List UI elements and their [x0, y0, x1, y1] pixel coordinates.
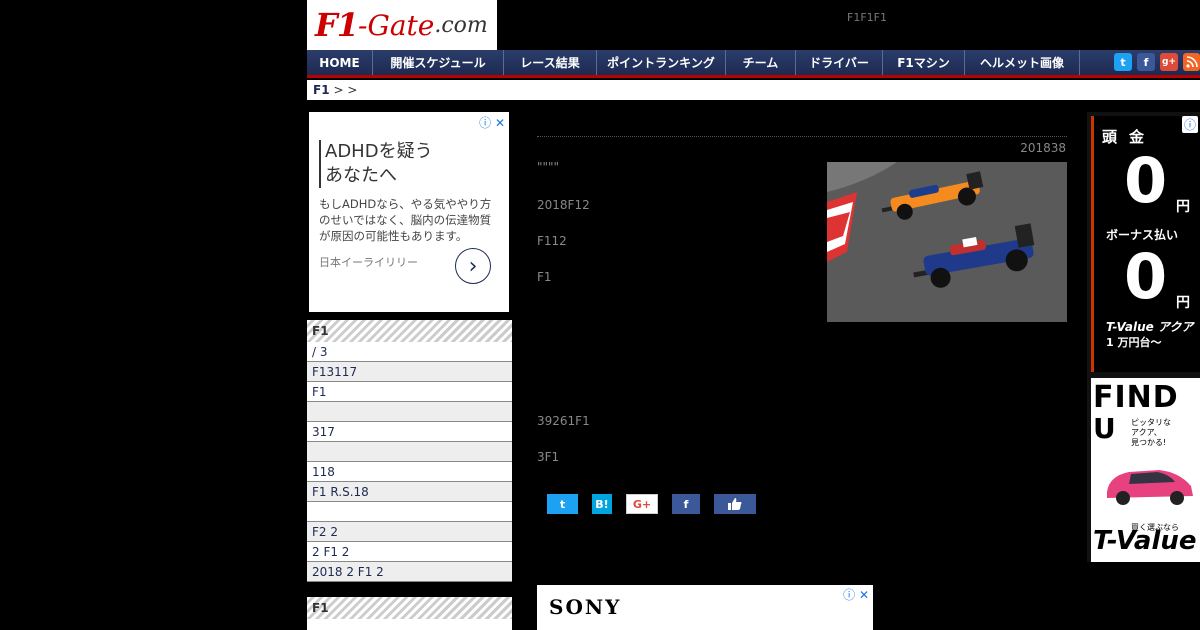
- ad-right-panel-1: ⓘ 頭金 0 円 ボーナス払い 0 円 T-Value アクア 1 万円台〜: [1091, 116, 1200, 372]
- list-item[interactable]: 317: [307, 422, 512, 442]
- article-paragraph: F112: [537, 234, 567, 248]
- ad-right-text-4: 1 万円台〜: [1106, 336, 1162, 349]
- ad-right-u: U: [1093, 412, 1116, 445]
- list-item[interactable]: F1 R.S.18: [307, 482, 512, 502]
- list-item[interactable]: 2018 2 F1 2: [307, 562, 512, 582]
- ad-right[interactable]: ⓘ 頭金 0 円 ボーナス払い 0 円 T-Value アクア 1 万円台〜 F…: [1087, 112, 1200, 562]
- google-plus-icon[interactable]: g+: [1160, 53, 1178, 71]
- ad-left-arrow-icon[interactable]: ›: [455, 248, 491, 284]
- article-photo: [827, 162, 1067, 322]
- rss-icon[interactable]: [1183, 53, 1200, 71]
- article-paragraph: 2018F12: [537, 198, 590, 212]
- list-item[interactable]: [307, 402, 512, 422]
- article-divider: [537, 136, 1067, 137]
- ad-right-find: FIND: [1093, 380, 1179, 415]
- nav-teams[interactable]: チーム: [726, 50, 796, 75]
- list-item[interactable]: F13117: [307, 362, 512, 382]
- ad-right-side-text: ピッタリな アクア、 見つかる!: [1131, 418, 1171, 447]
- ad-left-headline-1: ADHDを疑う: [325, 141, 433, 162]
- ad-left[interactable]: ⓘ ✕ ADHDを疑う あなたへ もしADHDなら、やる気ややり方のせいではなく…: [309, 112, 509, 312]
- logo-gate: -Gate: [357, 8, 435, 42]
- share-googleplus-button[interactable]: G+: [626, 494, 658, 514]
- list-item[interactable]: 2 F1 2: [307, 542, 512, 562]
- main-nav: HOME 開催スケジュール レース結果 ポイントランキング チーム ドライバー …: [307, 50, 1200, 78]
- car-image: [1107, 470, 1193, 505]
- nav-ranking[interactable]: ポイントランキング: [597, 50, 726, 75]
- page: F1 -Gate .com F1F1F1 HOME 開催スケジュール レース結果…: [0, 0, 1200, 630]
- nav-machines[interactable]: F1マシン: [883, 50, 965, 75]
- list-item[interactable]: [307, 619, 512, 630]
- nav-home[interactable]: HOME: [307, 50, 373, 75]
- article-date: 201838: [1020, 141, 1066, 155]
- sidebar-heading: F1: [307, 320, 512, 342]
- thumbs-up-icon: [728, 498, 742, 510]
- facebook-icon[interactable]: f: [1137, 53, 1155, 71]
- ad-right-panel-2: FIND U ピッタリな アクア、 見つかる! 買く選ぶなら T-Value: [1091, 378, 1200, 562]
- share-hatena-button[interactable]: B!: [592, 494, 612, 514]
- logo-f1: F1: [315, 6, 359, 44]
- list-item[interactable]: / 3: [307, 342, 512, 362]
- twitter-icon[interactable]: t: [1114, 53, 1132, 71]
- ad-right-yen-1: 円: [1176, 199, 1190, 215]
- share-like-button[interactable]: [714, 494, 756, 514]
- ad-right-text-6: T-Value: [1093, 526, 1197, 556]
- share-facebook-button[interactable]: f: [672, 494, 700, 514]
- article-paragraph: 39261F1: [537, 414, 590, 428]
- share-twitter-button[interactable]: t: [547, 494, 578, 514]
- ad-bottom[interactable]: SONY ⓘ ✕: [537, 585, 873, 630]
- article-quote-marks: """": [537, 160, 560, 174]
- sidebar-heading-2: F1: [307, 597, 512, 619]
- ad-choices-icon[interactable]: ⓘ: [1181, 116, 1198, 133]
- ad-choices-icon[interactable]: ⓘ ✕: [479, 114, 505, 131]
- ad-choices-icon[interactable]: ⓘ ✕: [843, 586, 869, 603]
- ad-left-headline: ADHDを疑う あなたへ: [319, 140, 499, 188]
- nav-helmets[interactable]: ヘルメット画像: [965, 50, 1080, 75]
- logo-com: .com: [434, 12, 488, 38]
- list-item[interactable]: [307, 502, 512, 522]
- ad-bottom-brand: SONY: [549, 595, 622, 619]
- ad-right-zero-1: 0: [1124, 144, 1168, 217]
- ad-right-zero-2: 0: [1124, 240, 1168, 313]
- breadcrumb-root[interactable]: F1: [313, 83, 330, 97]
- ad-right-text-3: T-Value アクア: [1106, 320, 1194, 334]
- ad-left-body: もしADHDなら、やる気ややり方のせいではなく、脳内の伝達物質が原因の可能性もあ…: [319, 197, 492, 243]
- article-paragraph: F1: [537, 270, 552, 284]
- list-item[interactable]: 118: [307, 462, 512, 482]
- sidebar-list: F1 / 3 F13117 F1 317 118 F1 R.S.18 F2 2 …: [307, 320, 512, 582]
- list-item[interactable]: F1: [307, 382, 512, 402]
- article-paragraph: 3F1: [537, 450, 560, 464]
- nav-schedule[interactable]: 開催スケジュール: [373, 50, 504, 75]
- site-logo[interactable]: F1 -Gate .com: [307, 0, 497, 50]
- breadcrumb-rest: > >: [333, 83, 358, 97]
- breadcrumb: F1 > >: [307, 80, 1200, 100]
- site-tagline: F1F1F1: [847, 11, 887, 24]
- ad-right-yen-2: 円: [1176, 295, 1190, 311]
- nav-results[interactable]: レース結果: [504, 50, 597, 75]
- ad-left-headline-2: あなたへ: [325, 165, 397, 186]
- list-item[interactable]: F2 2: [307, 522, 512, 542]
- list-item[interactable]: [307, 442, 512, 462]
- sidebar-list-2: F1: [307, 597, 512, 630]
- nav-drivers[interactable]: ドライバー: [796, 50, 883, 75]
